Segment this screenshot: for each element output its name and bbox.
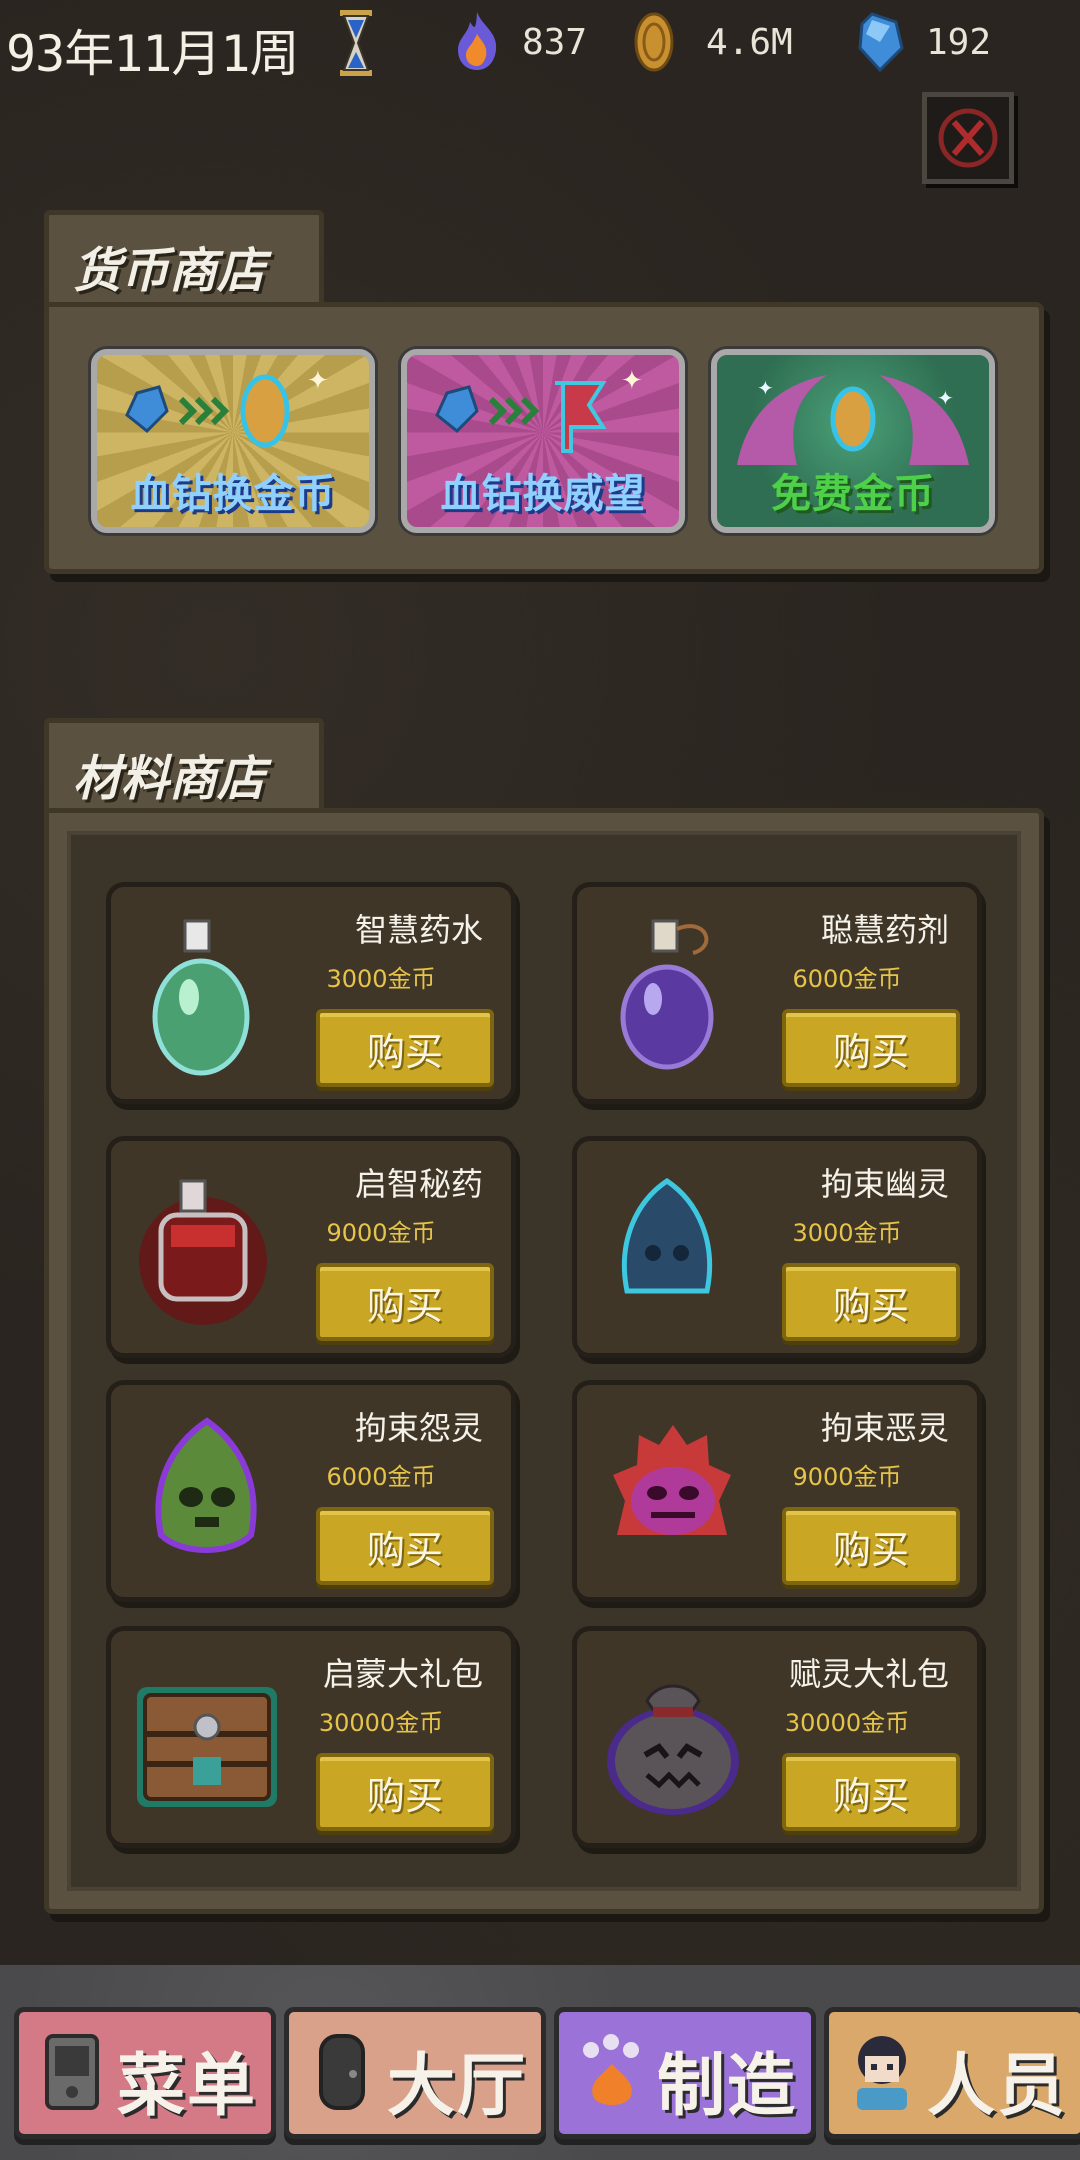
shop-item: 智慧药水 3000金币 购买: [106, 882, 516, 1104]
svg-text:✦: ✦: [937, 386, 954, 410]
diamond-count: 192: [926, 22, 992, 63]
red-demon-ghost-icon: [613, 1425, 731, 1535]
purple-potion-icon: [620, 919, 714, 1070]
fire-icon: [458, 12, 497, 70]
currency-card-label: 血钻换金币: [130, 471, 336, 517]
hourglass-icon: [340, 10, 372, 76]
currency-card-diamond-to-gold[interactable]: ✦ 血钻换金币: [91, 349, 375, 533]
blood-diamond-icon: [858, 12, 904, 72]
currency-card-diamond-to-prestige[interactable]: ✦ 血钻换威望: [401, 349, 685, 533]
shop-item: 拘束怨灵 6000金币 购买: [106, 1380, 516, 1602]
item-price: 6000金币: [792, 965, 902, 993]
shop-item: 启蒙大礼包 30000金币 购买: [106, 1626, 516, 1848]
nav-label: 制造: [657, 2047, 798, 2126]
buy-button[interactable]: 购买: [782, 1753, 960, 1831]
blue-ghost-icon: [621, 1177, 713, 1294]
item-name: 启蒙大礼包: [322, 1655, 483, 1693]
nav-hall-button[interactable]: 大厅: [284, 2007, 546, 2139]
treasure-chest-icon: [137, 1687, 277, 1807]
close-icon: [938, 108, 998, 168]
buy-button[interactable]: 购买: [782, 1009, 960, 1087]
nav-label: 菜单: [117, 2047, 258, 2126]
game-date: 93年11月1周: [6, 25, 300, 83]
item-name: 启智秘药: [354, 1165, 483, 1203]
item-name: 智慧药水: [354, 911, 483, 949]
item-name: 拘束恶灵: [820, 1409, 949, 1447]
shop-item: 拘束恶灵 9000金币 购买: [572, 1380, 982, 1602]
bottom-nav: 菜单 大厅 制造 人员: [0, 1965, 1080, 2160]
buy-button[interactable]: 购买: [782, 1263, 960, 1341]
item-price: 6000金币: [326, 1463, 436, 1491]
door-icon: [319, 2034, 365, 2110]
nav-label: 人员: [927, 2047, 1068, 2126]
item-name: 聪慧药剂: [820, 911, 949, 949]
shop-item: 启智秘药 9000金币 购买: [106, 1136, 516, 1358]
close-button[interactable]: [922, 92, 1014, 184]
currency-shop-tab: 货币商店: [44, 210, 324, 315]
nav-staff-button[interactable]: 人员: [824, 2007, 1080, 2139]
currency-shop-panel: ✦ 血钻换金币 ✦ 血钻换威望 ✦ ✦ 免费金币: [44, 302, 1044, 574]
diamond-to-prestige-icon: ✦: [435, 366, 643, 453]
buy-button[interactable]: 购买: [316, 1507, 494, 1585]
item-name: 拘束怨灵: [354, 1409, 483, 1447]
buy-button[interactable]: 购买: [316, 1009, 494, 1087]
shop-item: 拘束幽灵 3000金币 购买: [572, 1136, 982, 1358]
paw-fire-icon: [583, 2034, 639, 2105]
nav-craft-button[interactable]: 制造: [554, 2007, 816, 2139]
status-bar: 93年11月1周 837 4.6M 192: [0, 0, 1080, 95]
item-price: 3000金币: [792, 1219, 902, 1247]
nav-label: 大厅: [387, 2047, 528, 2126]
free-gold-icon: ✦ ✦: [737, 375, 969, 465]
currency-card-label: 血钻换威望: [440, 471, 646, 517]
person-icon: [857, 2036, 907, 2110]
currency-card-free-gold[interactable]: ✦ ✦ 免费金币: [711, 349, 995, 533]
item-name: 赋灵大礼包: [788, 1655, 949, 1693]
green-potion-icon: [152, 919, 250, 1076]
item-name: 拘束幽灵: [820, 1165, 949, 1203]
green-skull-ghost-icon: [155, 1417, 257, 1553]
item-price: 30000金币: [784, 1709, 910, 1737]
svg-text:✦: ✦: [621, 366, 643, 396]
material-shop-title: 材料商店: [73, 751, 266, 807]
shop-item: 赋灵大礼包 30000金币 购买: [572, 1626, 982, 1848]
phone-icon: [45, 2034, 99, 2110]
fire-count: 837: [522, 22, 588, 63]
item-price: 9000金币: [326, 1219, 436, 1247]
gold-coin-icon: [634, 12, 674, 72]
item-price: 9000金币: [792, 1463, 902, 1491]
item-price: 30000金币: [318, 1709, 444, 1737]
svg-text:✦: ✦: [757, 376, 774, 400]
shop-item: 聪慧药剂 6000金币 购买: [572, 882, 982, 1104]
nav-menu-button[interactable]: 菜单: [14, 2007, 276, 2139]
red-potion-icon: [139, 1179, 267, 1325]
diamond-to-gold-icon: ✦: [125, 366, 329, 448]
currency-shop-title: 货币商店: [73, 243, 266, 299]
buy-button[interactable]: 购买: [782, 1507, 960, 1585]
gold-count: 4.6M: [706, 22, 793, 63]
svg-text:✦: ✦: [307, 366, 329, 396]
currency-card-label: 免费金币: [771, 471, 935, 517]
item-price: 3000金币: [326, 965, 436, 993]
buy-button[interactable]: 购买: [316, 1753, 494, 1831]
spirit-sack-icon: [607, 1684, 739, 1815]
buy-button[interactable]: 购买: [316, 1263, 494, 1341]
